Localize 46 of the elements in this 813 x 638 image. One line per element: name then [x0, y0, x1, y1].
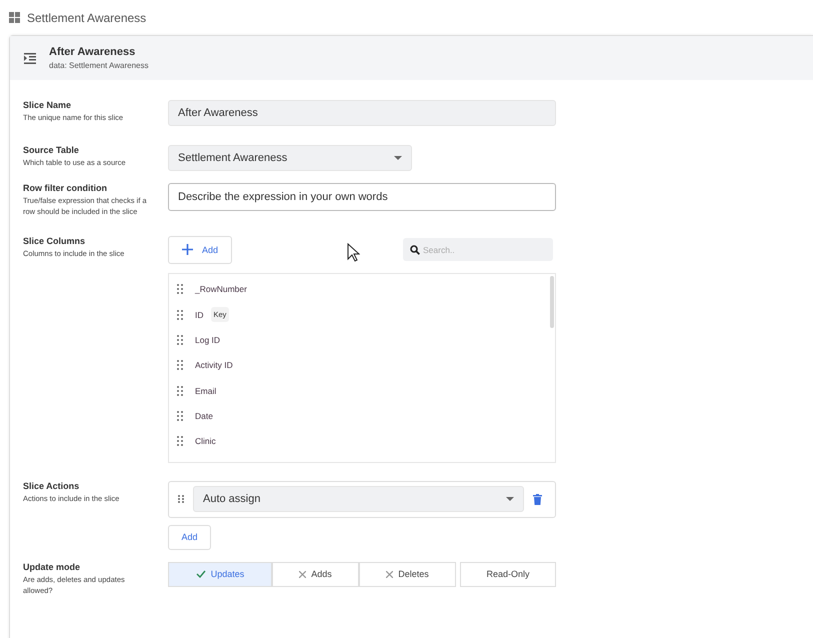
- field-label: Source Table: [23, 145, 80, 155]
- action-dropdown[interactable]: Auto assign: [193, 486, 524, 512]
- check-icon: [196, 570, 206, 578]
- drag-handle-icon[interactable]: [177, 360, 183, 370]
- mode-toggle[interactable]: Updates: [168, 562, 272, 587]
- drag-handle-icon[interactable]: [177, 334, 183, 345]
- drag-handle-icon[interactable]: [177, 436, 183, 446]
- row-filter-field[interactable]: Describe the expression in your own words: [168, 183, 556, 211]
- column-name: Email: [195, 386, 216, 396]
- column-name: _RowNumber: [195, 284, 247, 294]
- column-name: ID: [195, 310, 204, 320]
- field-label: Slice Actions: [23, 480, 80, 491]
- slice-name-field[interactable]: After Awareness: [168, 100, 556, 126]
- drag-handle-icon[interactable]: [178, 495, 184, 504]
- drag-handle-icon[interactable]: [177, 310, 183, 320]
- add-column-button[interactable]: Add: [168, 236, 232, 264]
- add-action-button[interactable]: Add: [168, 524, 211, 550]
- mode-toggle[interactable]: Deletes: [359, 562, 456, 587]
- plus-icon: [182, 244, 193, 256]
- close-icon: [299, 570, 306, 578]
- drag-handle-icon[interactable]: [177, 386, 183, 396]
- source-table-dropdown[interactable]: Settlement Awareness: [168, 145, 412, 171]
- field-label: Slice Columns: [23, 236, 86, 246]
- column-name: Clinic: [195, 436, 216, 446]
- drag-handle-icon[interactable]: [177, 410, 183, 421]
- field-label: Update mode: [23, 562, 82, 572]
- drag-handle-icon[interactable]: [177, 284, 183, 294]
- column-name: Log ID: [195, 334, 220, 345]
- mode-toggle[interactable]: Adds: [272, 562, 359, 587]
- close-icon: [386, 570, 394, 578]
- grid-icon: [9, 12, 20, 23]
- search-icon: [410, 245, 420, 256]
- slice-title: After Awareness: [49, 46, 136, 58]
- caret-icon: [506, 497, 514, 502]
- column-name: Date: [195, 410, 213, 421]
- app-title: Settlement Awareness: [27, 10, 146, 24]
- caret-icon: [394, 156, 402, 160]
- slice-subtitle: data: Settlement Awareness: [49, 61, 148, 70]
- field-label: Row filter condition: [23, 183, 108, 193]
- field-label: Slice Name: [23, 100, 72, 110]
- list-indent-icon: [24, 52, 36, 64]
- search-field[interactable]: Search..: [403, 238, 554, 262]
- mouse-cursor-icon: [347, 243, 360, 262]
- mode-toggle[interactable]: Read-Only: [460, 562, 556, 587]
- column-name: Activity ID: [195, 360, 233, 370]
- trash-icon[interactable]: [533, 494, 542, 505]
